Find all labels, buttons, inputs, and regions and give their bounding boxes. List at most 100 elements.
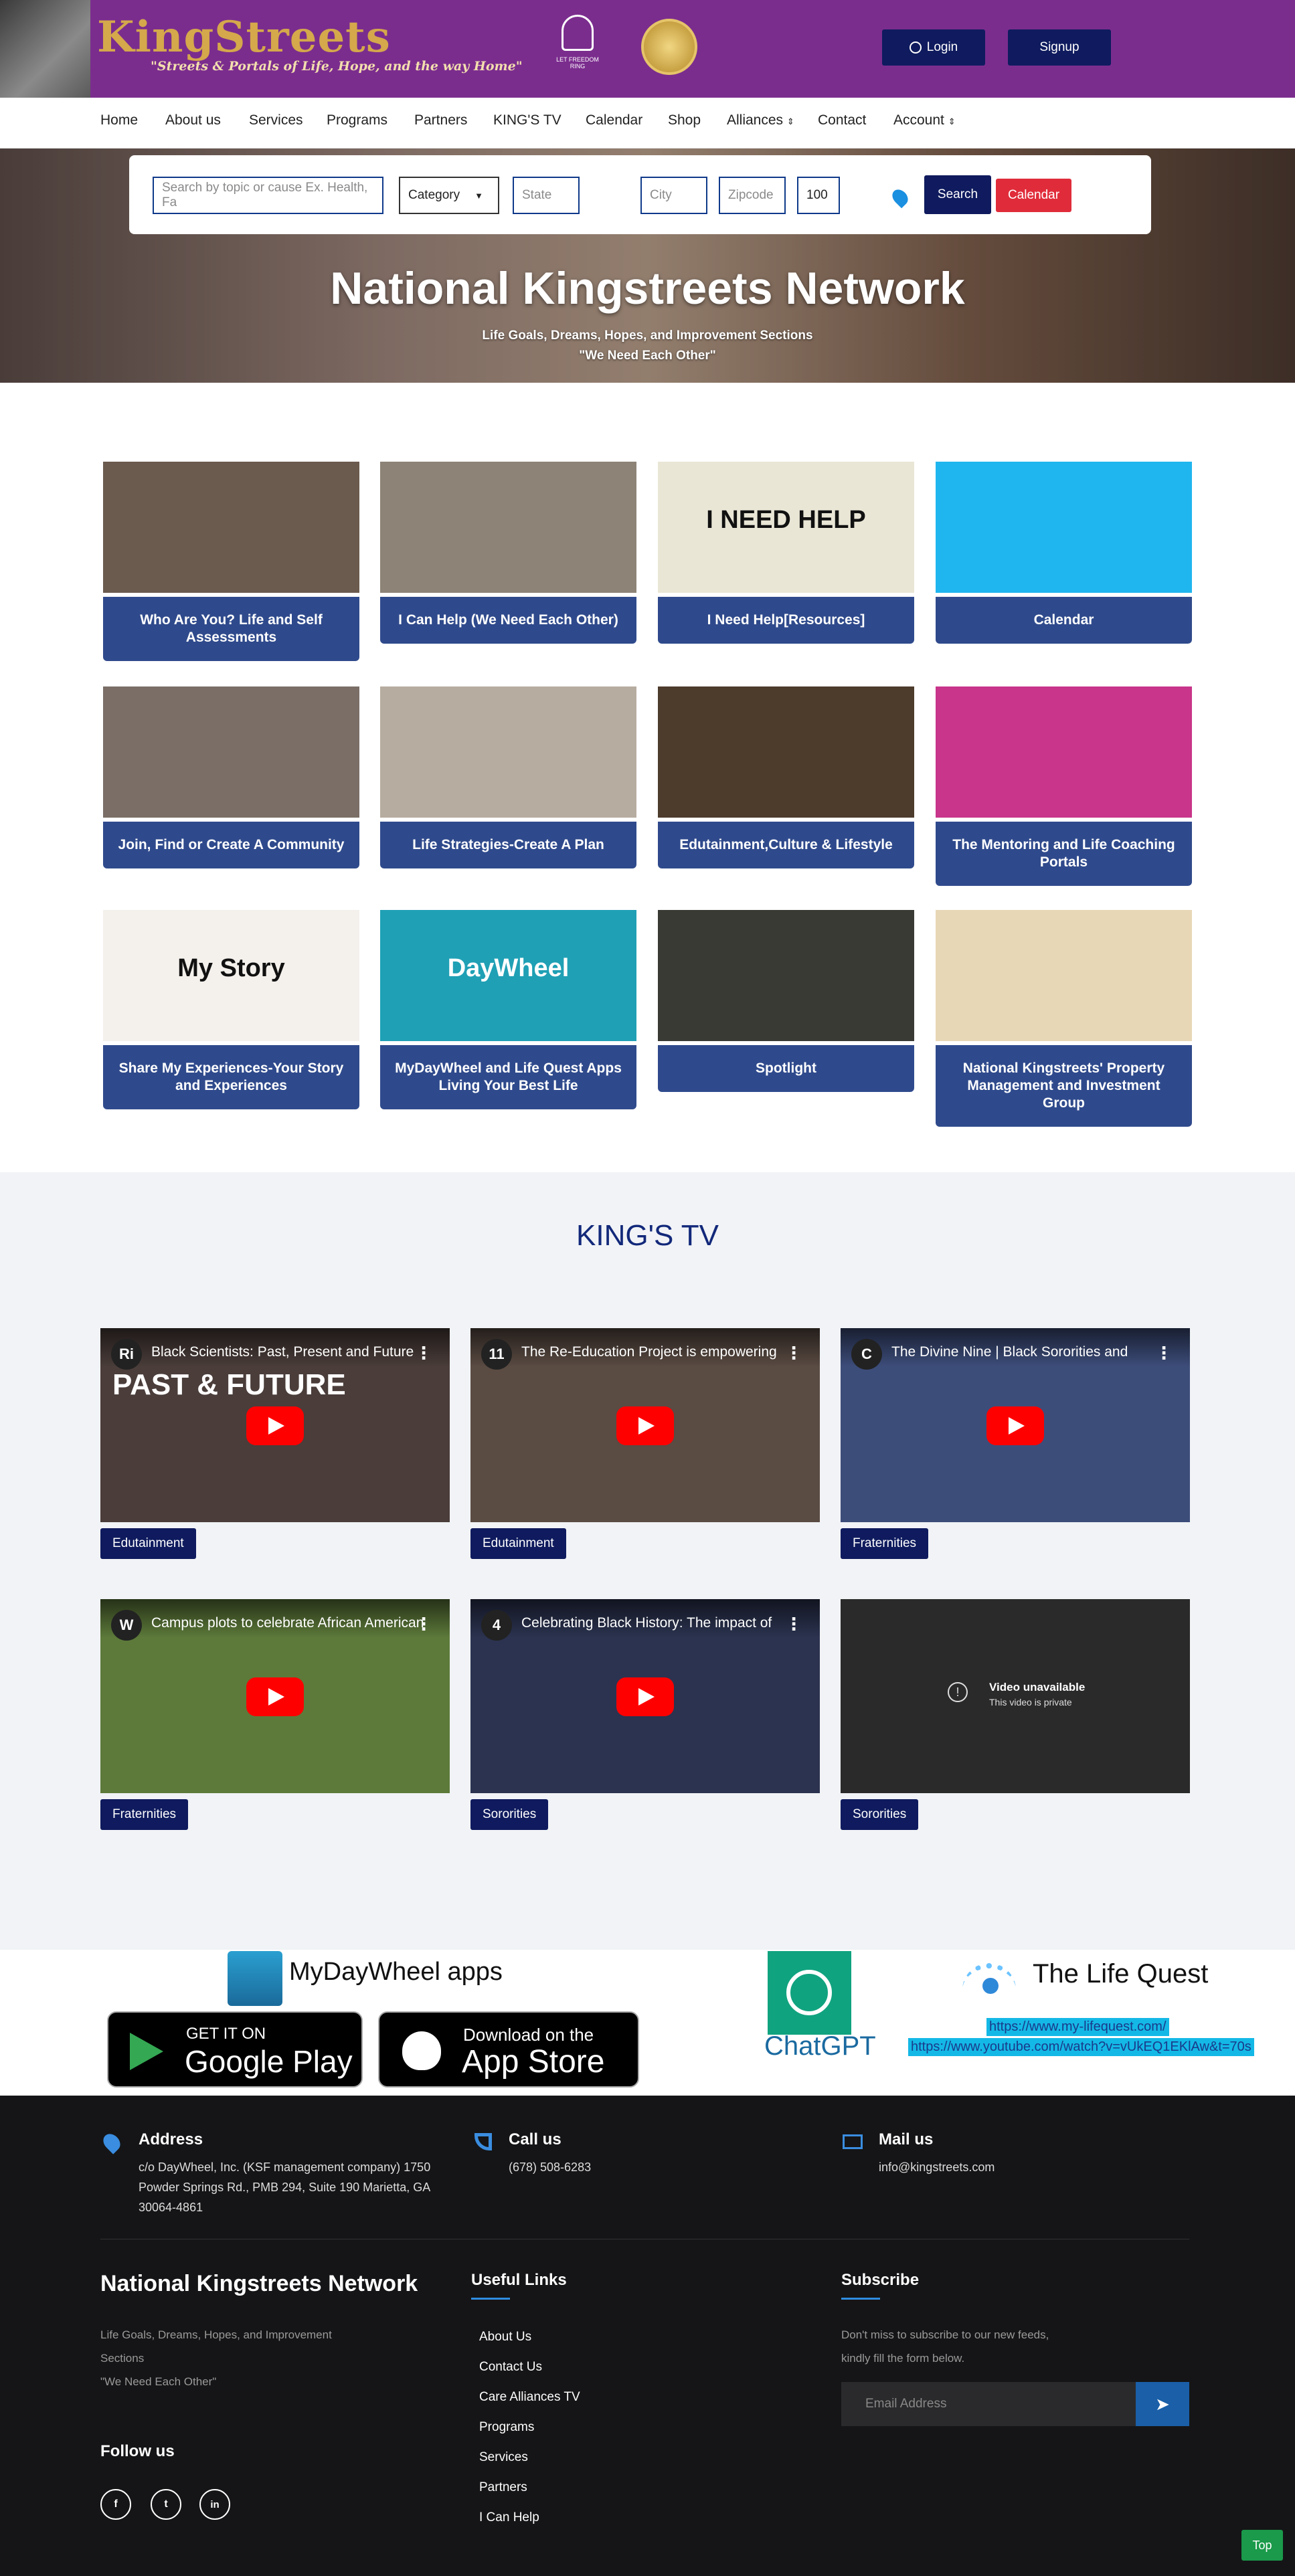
youtube-play-icon[interactable] (616, 1406, 674, 1445)
city-input[interactable]: City (640, 177, 707, 214)
footer-link[interactable]: Partners (479, 2480, 527, 2495)
portal-card[interactable]: The Mentoring and Life Coaching Portals (936, 686, 1192, 886)
portal-card-image[interactable] (936, 462, 1192, 593)
video-category-tag[interactable]: Fraternities (841, 1528, 929, 1559)
footer-link[interactable]: Services (479, 2450, 528, 2465)
search-button[interactable]: Search (924, 175, 991, 214)
portal-card[interactable]: I Can Help (We Need Each Other) (380, 462, 636, 644)
portal-card-image[interactable]: My Story (103, 910, 359, 1041)
portal-card-label[interactable]: Who Are You? Life and Self Assessments (103, 597, 359, 661)
youtube-play-icon[interactable] (246, 1677, 304, 1716)
youtube-link[interactable]: https://www.youtube.com/watch?v=vUkEQ1EK… (908, 2038, 1254, 2056)
portal-card-image[interactable] (103, 686, 359, 818)
send-icon[interactable]: ➤ (1136, 2382, 1189, 2426)
video-title[interactable]: Black Scientists: Past, Present and Futu… (100, 1328, 450, 1367)
calendar-button[interactable]: Calendar (996, 179, 1071, 212)
portal-card-label[interactable]: The Mentoring and Life Coaching Portals (936, 822, 1192, 886)
video-embed[interactable]: Celebrating Black History: The impact of… (470, 1599, 820, 1793)
footer-link[interactable]: Care Alliances TV (479, 2390, 580, 2405)
mail-text[interactable]: info@kingstreets.com (879, 2157, 995, 2177)
youtube-play-icon[interactable] (246, 1406, 304, 1445)
linkedin-icon[interactable]: in (199, 2489, 230, 2520)
nav-item-calendar[interactable]: Calendar (586, 112, 642, 128)
video-category-tag[interactable]: Edutainment (100, 1528, 196, 1559)
portal-card-image[interactable] (936, 686, 1192, 818)
video-title[interactable]: Campus plots to celebrate African Americ… (100, 1599, 450, 1638)
nav-item-partners[interactable]: Partners (414, 112, 467, 128)
nav-item-kings-tv[interactable]: KING'S TV (493, 112, 562, 128)
footer-link[interactable]: I Can Help (479, 2510, 539, 2525)
portal-card[interactable]: Who Are You? Life and Self Assessments (103, 462, 359, 661)
nav-item-services[interactable]: Services (249, 112, 303, 128)
channel-avatar[interactable]: 4 (481, 1610, 512, 1641)
video-category-tag[interactable]: Edutainment (470, 1528, 566, 1559)
youtube-play-icon[interactable] (616, 1677, 674, 1716)
portal-card-image[interactable]: I NEED HELP (658, 462, 914, 593)
radius-input[interactable]: 100 (797, 177, 840, 214)
portal-card-label[interactable]: Life Strategies-Create A Plan (380, 822, 636, 868)
portal-card[interactable]: National Kingstreets' Property Managemen… (936, 910, 1192, 1127)
portal-card-image[interactable] (658, 910, 914, 1041)
nav-item-contact[interactable]: Contact (818, 112, 866, 128)
video-embed[interactable]: ! Video unavailable This video is private (841, 1599, 1190, 1793)
nav-item-home[interactable]: Home (100, 112, 138, 128)
video-title[interactable]: The Divine Nine | Black Sororities and (841, 1328, 1190, 1367)
portal-card-label[interactable]: I Can Help (We Need Each Other) (380, 597, 636, 644)
portal-card[interactable]: Calendar (936, 462, 1192, 644)
nav-item-programs[interactable]: Programs (327, 112, 387, 128)
portal-card-label[interactable]: Calendar (936, 597, 1192, 644)
nav-item-account[interactable]: Account ⇕ (893, 112, 956, 128)
call-text[interactable]: (678) 508-6283 (509, 2157, 591, 2177)
portal-card[interactable]: Life Strategies-Create A Plan (380, 686, 636, 868)
video-embed[interactable]: The Re-Education Project is empowering 11… (470, 1328, 820, 1522)
google-play-badge[interactable]: GET IT ON Google Play (107, 2011, 363, 2088)
channel-avatar[interactable]: 11 (481, 1339, 512, 1370)
login-button[interactable]: Login (882, 29, 985, 66)
more-vertical-icon[interactable]: ⋮ (1155, 1343, 1173, 1364)
portal-card-label[interactable]: Join, Find or Create A Community (103, 822, 359, 868)
portal-card-label[interactable]: Share My Experiences-Your Story and Expe… (103, 1045, 359, 1109)
video-category-tag[interactable]: Sororities (470, 1799, 549, 1830)
zipcode-input[interactable]: Zipcode (719, 177, 786, 214)
back-to-top-button[interactable]: Top (1241, 2530, 1283, 2561)
channel-avatar[interactable]: W (111, 1610, 142, 1641)
footer-link[interactable]: Programs (479, 2420, 534, 2435)
app-store-badge[interactable]: Download on the App Store (378, 2011, 639, 2088)
video-category-tag[interactable]: Sororities (841, 1799, 919, 1830)
nav-item-shop[interactable]: Shop (668, 112, 701, 128)
portal-card-label[interactable]: I Need Help[Resources] (658, 597, 914, 644)
footer-link[interactable]: Contact Us (479, 2360, 542, 2375)
nav-item-alliances[interactable]: Alliances ⇕ (727, 112, 794, 128)
search-input[interactable]: Search by topic or cause Ex. Health, Fa (153, 177, 383, 214)
chatgpt-logo-icon[interactable] (768, 1951, 851, 2035)
portal-card[interactable]: Spotlight (658, 910, 914, 1092)
video-title[interactable]: Celebrating Black History: The impact of (470, 1599, 820, 1638)
portal-card-label[interactable]: Edutainment,Culture & Lifestyle (658, 822, 914, 868)
portal-card[interactable]: Edutainment,Culture & Lifestyle (658, 686, 914, 868)
video-embed[interactable]: Campus plots to celebrate African Americ… (100, 1599, 450, 1793)
logo-text[interactable]: KingStreets (97, 12, 391, 62)
state-input[interactable]: State (513, 177, 580, 214)
portal-card-image[interactable] (103, 462, 359, 593)
portal-card[interactable]: DayWheel MyDayWheel and Life Quest Apps L… (380, 910, 636, 1109)
portal-card-label[interactable]: MyDayWheel and Life Quest Apps Living Yo… (380, 1045, 636, 1109)
video-embed[interactable]: The Divine Nine | Black Sororities and C ⋮ (841, 1328, 1190, 1522)
footer-link[interactable]: About Us (479, 2330, 531, 2344)
video-category-tag[interactable]: Fraternities (100, 1799, 189, 1830)
nav-item-about[interactable]: About us (165, 112, 221, 128)
portal-card-image[interactable] (936, 910, 1192, 1041)
portal-card-label[interactable]: National Kingstreets' Property Managemen… (936, 1045, 1192, 1127)
more-vertical-icon[interactable]: ⋮ (785, 1343, 802, 1364)
daywheel-app-icon[interactable] (228, 1951, 282, 2006)
channel-avatar[interactable]: Ri (111, 1339, 142, 1370)
video-embed[interactable]: PAST & FUTURE Black Scientists: Past, Pre… (100, 1328, 450, 1522)
category-select[interactable]: Category ▼ (399, 177, 499, 214)
lifequest-link[interactable]: https://www.my-lifequest.com/ (986, 2018, 1169, 2036)
portal-card-image[interactable] (658, 686, 914, 818)
more-vertical-icon[interactable]: ⋮ (415, 1343, 432, 1364)
portal-card-image[interactable] (380, 462, 636, 593)
facebook-icon[interactable]: f (100, 2489, 131, 2520)
email-input[interactable]: Email Address (841, 2382, 1136, 2426)
signup-button[interactable]: Signup (1008, 29, 1111, 66)
portal-card-image[interactable]: DayWheel (380, 910, 636, 1041)
